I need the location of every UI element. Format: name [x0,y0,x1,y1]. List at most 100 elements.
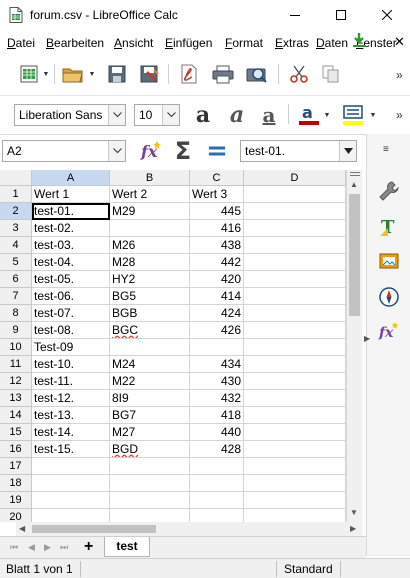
equals-icon[interactable]: = [204,138,230,164]
cell-b19[interactable] [110,492,190,509]
spreadsheet-grid[interactable]: A B C D 1 Wert 1 Wert 2 Wert 3 2 test-01. M29 4… [0,170,346,522]
cell-d9[interactable] [244,322,346,339]
close-document-icon[interactable]: ✕ [394,34,405,50]
cell-a13[interactable]: test-12. [32,390,110,407]
font-color-dropdown-icon[interactable]: ▼ [323,102,331,128]
functions-fx-icon[interactable]: fx [376,318,402,344]
chevron-down-icon[interactable] [108,105,125,125]
row-header[interactable]: 7 [0,288,32,305]
add-sheet-button[interactable]: + [84,538,93,556]
cell-b4[interactable]: M26 [110,237,190,254]
highlight-dropdown-icon[interactable]: ▼ [369,102,377,128]
column-header-b[interactable]: B [110,170,190,186]
cell-c18[interactable] [190,475,244,492]
row-header[interactable]: 5 [0,254,32,271]
navigator-compass-icon[interactable] [376,284,402,310]
cell-a5[interactable]: test-04. [32,254,110,271]
row-header[interactable]: 17 [0,458,32,475]
horizontal-scrollbar[interactable]: ◀ ▶ [16,522,362,536]
menu-daten[interactable]: Daten [316,36,348,50]
cell-d2[interactable] [244,203,346,220]
styles-icon[interactable]: T [376,214,402,240]
chevron-down-icon[interactable] [162,105,179,125]
cell-d14[interactable] [244,407,346,424]
maximize-button[interactable] [318,0,364,30]
chevron-down-icon[interactable] [108,141,125,161]
cell-c12[interactable]: 430 [190,373,244,390]
export-pdf-icon[interactable] [176,61,202,87]
cell-c6[interactable]: 420 [190,271,244,288]
cell-d10[interactable] [244,339,346,356]
row-header[interactable]: 20 [0,509,32,522]
cell-a18[interactable] [32,475,110,492]
close-button[interactable] [364,0,410,30]
save-as-icon[interactable] [136,61,162,87]
cell-a3[interactable]: test-02. [32,220,110,237]
cell-b1[interactable]: Wert 2 [110,186,190,203]
row-header[interactable]: 13 [0,390,32,407]
new-dropdown-icon[interactable]: ▼ [42,61,50,87]
row-header[interactable]: 16 [0,441,32,458]
update-arrow-icon[interactable] [352,33,366,52]
cell-c11[interactable]: 434 [190,356,244,373]
cell-d6[interactable] [244,271,346,288]
underline-icon[interactable]: a [256,102,282,128]
first-sheet-icon[interactable]: ⏮ [10,542,18,553]
row-header[interactable]: 6 [0,271,32,288]
sidebar-collapse-icon[interactable]: ▶ [364,334,370,343]
open-dropdown-icon[interactable]: ▼ [88,61,96,87]
cell-d12[interactable] [244,373,346,390]
cell-c15[interactable]: 440 [190,424,244,441]
cell-a20[interactable] [32,509,110,522]
cell-a10[interactable]: Test-09 [32,339,110,356]
expand-formula-icon[interactable] [339,141,356,161]
menu-einfuegen[interactable]: Einfügen [165,36,212,50]
cell-a2[interactable]: test-01. [32,203,110,220]
toolbar-overflow-icon[interactable]: » [396,108,403,122]
gallery-icon[interactable] [376,248,402,274]
cell-c5[interactable]: 442 [190,254,244,271]
formula-input[interactable]: test-01. [240,140,357,162]
cell-b8[interactable]: BGB [110,305,190,322]
column-header-d[interactable]: D [244,170,346,186]
row-header[interactable]: 19 [0,492,32,509]
cell-a19[interactable] [32,492,110,509]
cell-b9[interactable]: BGC [110,322,190,339]
cell-b10[interactable] [110,339,190,356]
properties-wrench-icon[interactable] [376,178,402,204]
cell-d19[interactable] [244,492,346,509]
cell-c13[interactable]: 432 [190,390,244,407]
cell-a8[interactable]: test-07. [32,305,110,322]
highlight-color-icon[interactable] [340,102,366,128]
vertical-scrollbar[interactable]: ▲ ▼ [346,170,362,522]
cell-c20[interactable] [190,509,244,522]
cell-b14[interactable]: BG7 [110,407,190,424]
horizontal-scroll-thumb[interactable] [32,525,156,533]
cell-d15[interactable] [244,424,346,441]
cell-d8[interactable] [244,305,346,322]
scroll-left-icon[interactable]: ◀ [19,524,25,533]
cell-b7[interactable]: BG5 [110,288,190,305]
cell-b20[interactable] [110,509,190,522]
menu-datei[interactable]: Datei [7,36,35,50]
sigma-icon[interactable]: Σ [170,138,196,164]
cell-b2[interactable]: M29 [110,203,190,220]
next-sheet-icon[interactable]: ▶ [44,542,51,553]
cell-b11[interactable]: M24 [110,356,190,373]
scroll-right-icon[interactable]: ▶ [350,524,356,533]
cell-b12[interactable]: M22 [110,373,190,390]
cell-a12[interactable]: test-11. [32,373,110,390]
new-spreadsheet-icon[interactable] [16,61,42,87]
cell-c7[interactable]: 414 [190,288,244,305]
cell-a1[interactable]: Wert 1 [32,186,110,203]
cell-d5[interactable] [244,254,346,271]
cell-a17[interactable] [32,458,110,475]
cell-c1[interactable]: Wert 3 [190,186,244,203]
page-style-status[interactable]: Standard [284,562,333,576]
cell-a11[interactable]: test-10. [32,356,110,373]
cell-d16[interactable] [244,441,346,458]
minimize-button[interactable] [272,0,318,30]
cell-a15[interactable]: test-14. [32,424,110,441]
name-box[interactable]: A2 [2,140,126,162]
row-header[interactable]: 14 [0,407,32,424]
